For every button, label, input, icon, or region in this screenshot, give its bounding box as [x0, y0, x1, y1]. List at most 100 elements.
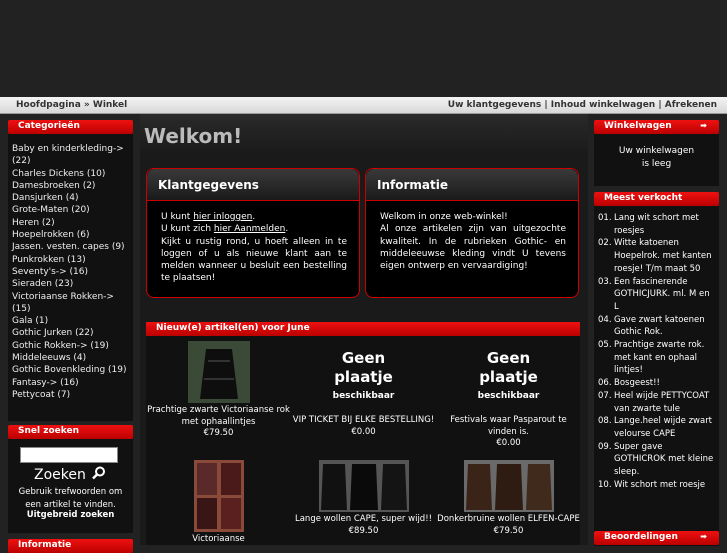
category-item[interactable]: Sieraden (23): [12, 278, 129, 290]
arrow-right-icon: ➡: [700, 121, 707, 130]
bestseller-rank: 02.: [598, 238, 612, 249]
account-link[interactable]: Uw klantgegevens: [448, 100, 541, 110]
category-item[interactable]: Fantasy-> (16): [12, 377, 129, 389]
product-card[interactable]: Victoriaanse: [146, 460, 291, 546]
bestseller-rank: 04.: [598, 314, 612, 325]
bestseller-name[interactable]: Prachtige zwarte rok. met kant en ophaal…: [614, 339, 715, 377]
product-card[interactable]: Geen plaatje beschikbaar VIP TICKET BIJ …: [291, 341, 436, 438]
bestseller-name[interactable]: Gave zwart katoenen Gothic Rok.: [614, 314, 715, 339]
right-column: Winkelwagen ➡ Uw winkelwagen is leeg Mees…: [594, 120, 719, 546]
product-name[interactable]: Donkerbruine wollen ELFEN-CAPE: [436, 514, 581, 526]
bestseller-rank: 10.: [598, 479, 612, 490]
bestseller-name[interactable]: Witte katoenen Hoepelrok. met kanten roe…: [614, 237, 715, 275]
no-image-text: beschikbaar: [477, 390, 540, 401]
breadcrumb-home[interactable]: Hoofdpagina: [16, 100, 81, 110]
bestseller-item[interactable]: 05. Prachtige zwarte rok. met kant en oph…: [598, 339, 715, 377]
bestseller-name[interactable]: Wit schort met roesje: [614, 479, 705, 492]
category-item[interactable]: Gothic Bovenkleding (19): [12, 364, 129, 376]
product-price: €89.50: [348, 525, 379, 536]
category-item[interactable]: Dansjurken (4): [12, 192, 129, 204]
category-item[interactable]: Gothic Jurken (22): [12, 327, 129, 339]
category-item[interactable]: Gala (1): [12, 315, 129, 327]
info-panel-title: Informatie: [366, 169, 578, 201]
bestseller-name[interactable]: Bosgeest!!: [614, 377, 660, 390]
reviews-header[interactable]: Beoordelingen ➡: [594, 531, 719, 545]
no-image-text: beschikbaar: [332, 390, 395, 401]
account-panel-body: U kunt hier inloggen. U kunt zich hier A…: [147, 201, 359, 285]
product-image[interactable]: [187, 341, 250, 403]
product-card[interactable]: Geen plaatje beschikbaar Festivals waar …: [436, 341, 581, 450]
category-item[interactable]: Baby en kinderkleding-> (22): [12, 143, 129, 168]
category-item[interactable]: Gothic Rokken-> (19): [12, 340, 129, 352]
category-item[interactable]: Punkrokken (13): [12, 254, 129, 266]
search-button[interactable]: Zoeken: [34, 466, 106, 483]
product-card[interactable]: Prachtige zwarte Victoriaanse rok met op…: [146, 341, 291, 440]
product-card[interactable]: Lange wollen CAPE, super wijd!! €89.50: [291, 460, 436, 537]
bestseller-item[interactable]: 10. Wit schort met roesje: [598, 479, 715, 492]
breadcrumb-separator: »: [83, 100, 90, 110]
product-price: €0.00: [351, 426, 376, 437]
register-link[interactable]: hier Aanmelden: [214, 224, 285, 234]
product-name[interactable]: Festivals waar Pasparout te vinden is.: [436, 415, 581, 438]
category-item[interactable]: Damesbroeken (2): [12, 180, 129, 192]
search-input[interactable]: [20, 447, 118, 463]
product-name[interactable]: Prachtige zwarte Victoriaanse rok met op…: [146, 405, 291, 428]
product-card[interactable]: Donkerbruine wollen ELFEN-CAPE €79.50: [436, 460, 581, 537]
account-links: Uw klantgegevens | Inhoud winkelwagen | …: [448, 100, 717, 110]
category-item[interactable]: Heren (2): [12, 217, 129, 229]
product-name[interactable]: Lange wollen CAPE, super wijd!!: [291, 514, 436, 526]
text: U kunt zich: [161, 224, 214, 235]
bestseller-name[interactable]: Een fascinerende GOTHICJURK. ml. M en L: [614, 276, 715, 314]
advanced-search-link[interactable]: Uitgebreid zoeken: [8, 510, 133, 520]
product-image[interactable]: [463, 460, 554, 512]
bestseller-item[interactable]: 03. Een fascinerende GOTHICJURK. ml. M en…: [598, 276, 715, 314]
cart-contents-link[interactable]: Inhoud winkelwagen: [551, 100, 655, 110]
bestseller-rank: 07.: [598, 390, 612, 401]
category-item[interactable]: Victoriaanse Rokken-> (15): [12, 291, 129, 316]
bestseller-item[interactable]: 02. Witte katoenen Hoepelrok. met kanten …: [598, 237, 715, 275]
cart-empty-text: Uw winkelwagen: [618, 146, 695, 156]
text: .: [252, 212, 256, 222]
breadcrumb-shop[interactable]: Winkel: [93, 100, 127, 110]
product-name[interactable]: Victoriaanse: [146, 534, 291, 546]
quicksearch-header: Snel zoeken: [8, 425, 133, 439]
category-item[interactable]: Middeleeuws (4): [12, 352, 129, 364]
bestseller-name[interactable]: Lang wit schort met roesjes: [614, 212, 715, 237]
categories-title: Categorieën: [18, 121, 80, 131]
product-image[interactable]: [318, 460, 409, 512]
reviews-box: Beoordelingen ➡: [594, 531, 719, 545]
search-icon: [92, 466, 106, 480]
bestseller-item[interactable]: 01. Lang wit schort met roesjes: [598, 212, 715, 237]
product-price: €79.50: [203, 428, 234, 438]
cart-box: Uw winkelwagen is leeg: [594, 134, 719, 186]
no-image-text: Geen: [486, 348, 531, 367]
bestseller-item[interactable]: 06. Bosgeest!!: [598, 377, 715, 390]
bestseller-item[interactable]: 07. Heel wijde PETTYCOAT van zwarte tule: [598, 390, 715, 415]
login-link[interactable]: hier inloggen: [193, 212, 252, 222]
information-header: Informatie: [8, 539, 133, 553]
bestseller-item[interactable]: 09. Super gave GOTHICROK met kleine sleep…: [598, 441, 715, 479]
new-products-grid: Prachtige zwarte Victoriaanse rok met op…: [146, 336, 580, 545]
no-image-placeholder[interactable]: Geen plaatje beschikbaar: [327, 341, 400, 413]
category-item[interactable]: Seventy's-> (16): [12, 266, 129, 278]
bestseller-item[interactable]: 04. Gave zwart katoenen Gothic Rok.: [598, 314, 715, 339]
category-item[interactable]: Pettycoat (7): [12, 389, 129, 401]
bestseller-name[interactable]: Lange.heel wijde zwart velourse CAPE: [614, 415, 715, 440]
categories-list: Baby en kinderkleding-> (22) Charles Dic…: [8, 134, 133, 421]
category-item[interactable]: Hoepelrokken (6): [12, 229, 129, 241]
product-image[interactable]: [193, 460, 244, 532]
cart-header[interactable]: Winkelwagen ➡: [594, 120, 719, 134]
product-name[interactable]: VIP TICKET BIJ ELKE BESTELLING!: [291, 415, 436, 427]
bestseller-name[interactable]: Super gave GOTHICROK met kleine sleep.: [614, 441, 715, 479]
bestseller-item[interactable]: 08. Lange.heel wijde zwart velourse CAPE: [598, 415, 715, 440]
category-item[interactable]: Grote-Maten (20): [12, 204, 129, 216]
search-button-label: Zoeken: [34, 467, 86, 483]
category-item[interactable]: Jassen. vesten. capes (9): [12, 241, 129, 253]
text: U kunt: [161, 212, 194, 222]
category-item[interactable]: Charles Dickens (10): [12, 168, 129, 180]
bestseller-name[interactable]: Heel wijde PETTYCOAT van zwarte tule: [614, 390, 715, 415]
checkout-link[interactable]: Afrekenen: [665, 100, 717, 110]
bestseller-rank: 06.: [598, 378, 612, 389]
no-image-placeholder[interactable]: Geen plaatje beschikbaar: [472, 341, 545, 413]
search-help-text: Gebruik trefwoorden om een artikel te vi…: [18, 487, 123, 510]
